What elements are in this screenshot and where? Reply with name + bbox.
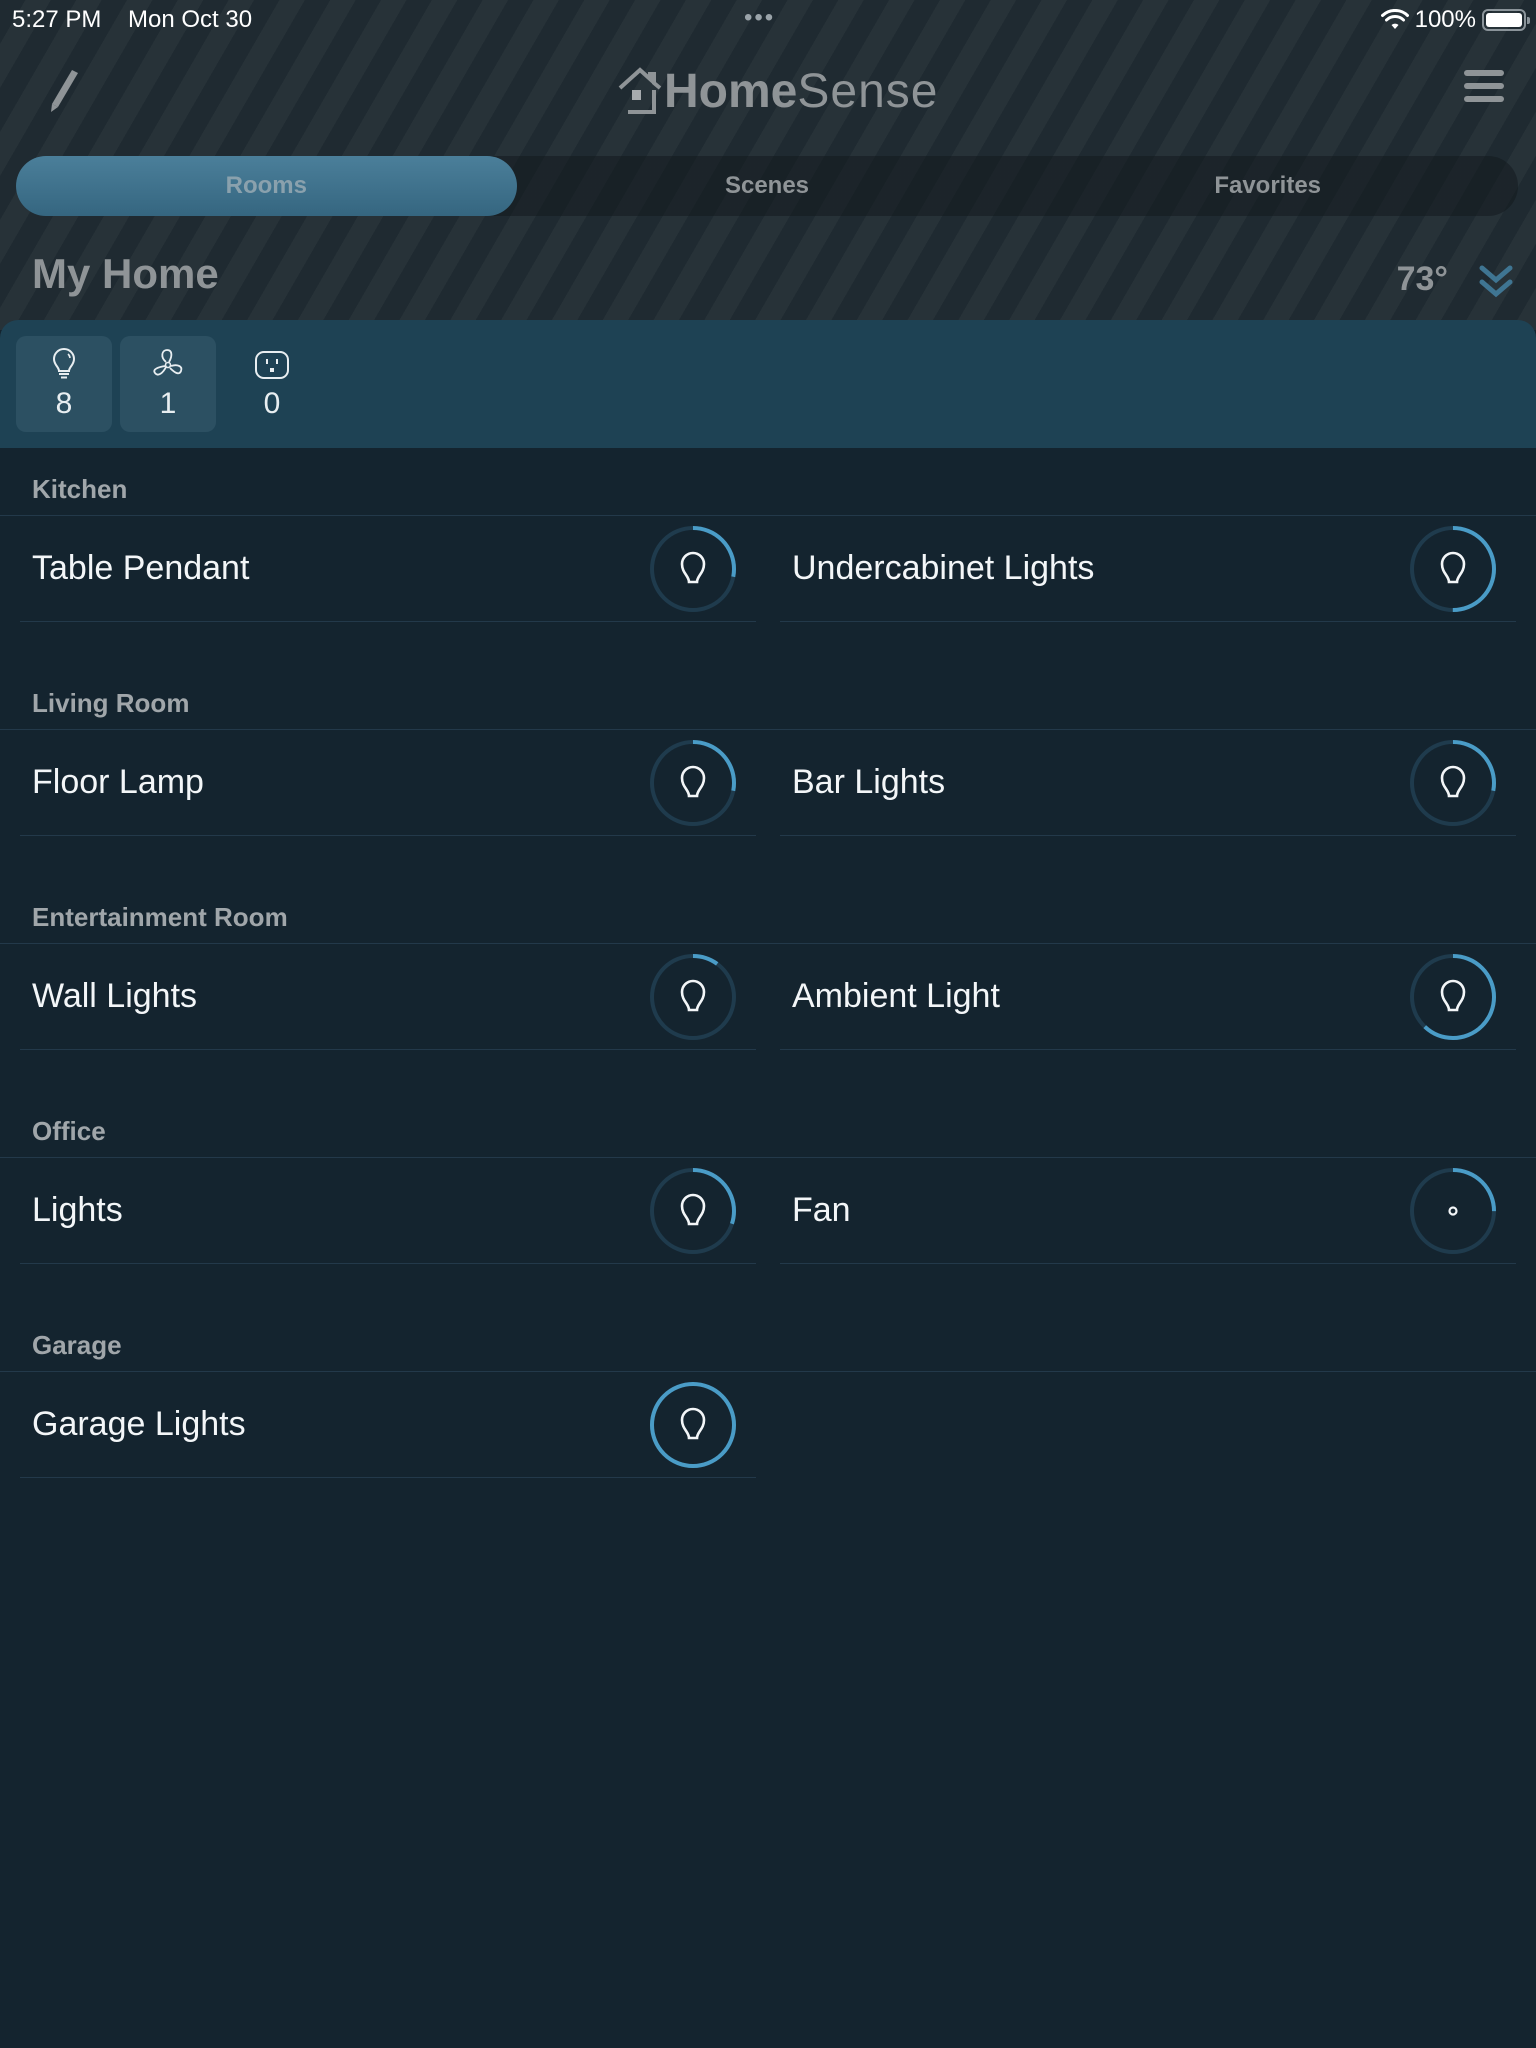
status-bar: 5:27 PM Mon Oct 30 ••• 100% — [0, 0, 1536, 40]
device-level-ring[interactable] — [1408, 738, 1498, 828]
room-header: Entertainment Room — [0, 876, 1536, 944]
device-level-ring[interactable] — [648, 1380, 738, 1470]
room-header: Office — [0, 1090, 1536, 1158]
room-devices-row: Floor Lamp Bar Lights — [0, 730, 1536, 856]
battery-icon — [1482, 9, 1530, 31]
menu-button[interactable] — [1464, 70, 1504, 106]
device-name: Floor Lamp — [32, 763, 204, 801]
room-spacer — [0, 1498, 1536, 1518]
room-title: Entertainment Room — [32, 902, 288, 932]
device-name: Lights — [32, 1191, 123, 1229]
lightbulb-icon — [52, 348, 76, 379]
lightbulb-icon — [1440, 765, 1466, 798]
ring-track — [650, 954, 736, 1040]
summary-outlets[interactable]: 0 — [224, 336, 320, 432]
double-chevron-down-icon — [1479, 265, 1513, 298]
device-tile[interactable]: Floor Lamp — [20, 730, 756, 836]
lightbulb-icon — [1440, 551, 1466, 584]
status-indicators: 100% — [1380, 6, 1530, 34]
status-time: 5:27 PM — [12, 6, 102, 33]
room-header: Garage — [0, 1304, 1536, 1372]
temperature-readout: 73° — [1396, 260, 1448, 298]
device-level-ring[interactable] — [648, 738, 738, 828]
device-level-ring[interactable] — [648, 1166, 738, 1256]
multitask-dots[interactable]: ••• — [744, 4, 775, 32]
room-spacer — [0, 856, 1536, 876]
room-spacer — [0, 1284, 1536, 1304]
device-level-ring[interactable] — [1408, 952, 1498, 1042]
lightbulb-icon — [680, 1407, 706, 1440]
lightbulb-icon — [680, 1193, 706, 1226]
device-name: Wall Lights — [32, 977, 198, 1015]
room-header: Kitchen — [0, 448, 1536, 516]
device-tile[interactable]: Lights — [20, 1158, 756, 1264]
ring-level-arc — [650, 1382, 736, 1468]
rooms-list: Kitchen Table Pendant Undercabinet Lights… — [0, 448, 1536, 1518]
edit-button[interactable] — [40, 64, 90, 114]
lightbulb-icon — [680, 551, 706, 584]
room-devices-row: Garage Lights — [0, 1372, 1536, 1498]
device-level-ring[interactable] — [1408, 524, 1498, 614]
room-title: Office — [32, 1116, 106, 1146]
wifi-icon — [1380, 9, 1409, 29]
status-date: Mon Oct 30 — [128, 6, 253, 33]
device-tile[interactable]: Undercabinet Lights — [780, 516, 1516, 622]
device-tile[interactable]: Bar Lights — [780, 730, 1516, 836]
summary-fans-count: 1 — [159, 387, 177, 420]
room-title: Living Room — [32, 688, 190, 718]
device-tile[interactable]: Fan — [780, 1158, 1516, 1264]
device-level-ring[interactable] — [648, 524, 738, 614]
room-devices-row: Wall Lights Ambient Light — [0, 944, 1536, 1070]
fan-icon — [1448, 1206, 1458, 1216]
lightbulb-icon — [680, 979, 706, 1012]
room-spacer — [0, 1070, 1536, 1090]
tab-scenes[interactable]: Scenes — [517, 156, 1018, 216]
room-devices-row: Table Pendant Undercabinet Lights — [0, 516, 1536, 642]
summary-outlets-count: 0 — [263, 387, 281, 420]
logo-text-home: Home — [664, 65, 798, 118]
summary-lights[interactable]: 8 — [16, 336, 112, 432]
room-title: Garage — [32, 1330, 122, 1360]
device-name: Table Pendant — [32, 549, 250, 587]
device-summary-bar: 8 1 0 — [0, 320, 1536, 448]
home-title: My Home — [32, 250, 219, 297]
device-tile[interactable]: Garage Lights — [20, 1372, 756, 1478]
device-tile[interactable]: Ambient Light — [780, 944, 1516, 1050]
tab-favorites[interactable]: Favorites — [1017, 156, 1518, 216]
room-title: Kitchen — [32, 474, 128, 504]
device-name: Garage Lights — [32, 1405, 246, 1443]
hamburger-menu-icon — [1464, 70, 1504, 102]
app-logo: Home Sense — [618, 56, 938, 116]
device-tile[interactable]: Table Pendant — [20, 516, 756, 622]
tab-rooms[interactable]: Rooms — [16, 156, 517, 216]
logo-text-sense: Sense — [797, 65, 939, 118]
room-header: Living Room — [0, 662, 1536, 730]
nav-bar: Home Sense — [0, 44, 1536, 134]
room-spacer — [0, 642, 1536, 662]
summary-fans[interactable]: 1 — [120, 336, 216, 432]
segmented-tabs: Rooms Scenes Favorites — [16, 156, 1518, 216]
device-name: Bar Lights — [792, 763, 946, 801]
battery-percent: 100% — [1414, 6, 1476, 33]
house-logo-icon — [618, 67, 662, 114]
device-name: Fan — [792, 1191, 851, 1229]
outlet-icon — [255, 351, 289, 379]
fan-icon — [153, 349, 183, 376]
summary-lights-count: 8 — [55, 387, 73, 420]
device-level-ring[interactable] — [1408, 1166, 1498, 1256]
device-name: Ambient Light — [792, 977, 1000, 1015]
expand-button[interactable] — [1476, 262, 1516, 302]
pencil-icon — [51, 70, 78, 112]
room-devices-row: Lights Fan — [0, 1158, 1536, 1284]
device-name: Undercabinet Lights — [792, 549, 1095, 587]
device-level-ring[interactable] — [648, 952, 738, 1042]
lightbulb-icon — [680, 765, 706, 798]
lightbulb-icon — [1440, 979, 1466, 1012]
device-tile[interactable]: Wall Lights — [20, 944, 756, 1050]
